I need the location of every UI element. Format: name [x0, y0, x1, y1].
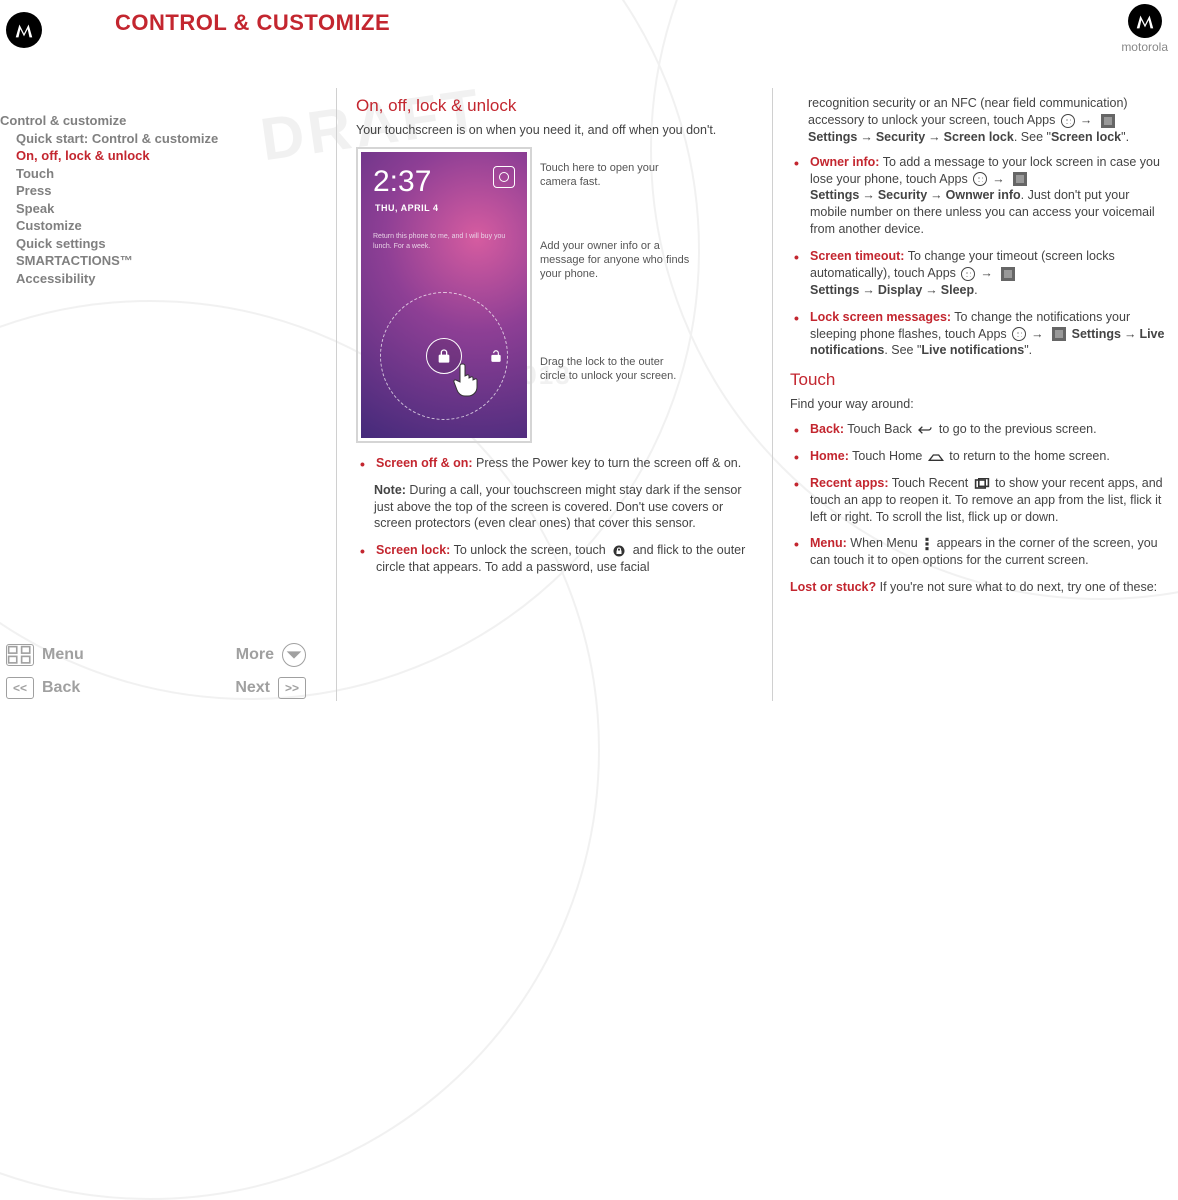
- intro-text: Your touchscreen is on when you need it,…: [356, 122, 756, 139]
- sidebar-toc: Control & customize Quick start: Control…: [0, 112, 260, 287]
- back-button[interactable]: << Back: [6, 677, 80, 699]
- bullet-recent: Recent apps: Touch Recent to show your r…: [792, 475, 1168, 526]
- hand-pointer-icon: [449, 358, 489, 398]
- motorola-logo-icon: [6, 12, 42, 48]
- divider: [772, 88, 773, 701]
- toc-item-active[interactable]: On, off, lock & unlock: [0, 147, 260, 165]
- clock-date: THU, APRIL 4: [361, 202, 527, 214]
- bullet-screen-off: Screen off & on: Press the Power key to …: [358, 455, 756, 472]
- more-label: More: [236, 646, 274, 664]
- back-icon: <<: [6, 677, 34, 699]
- annotation-drag: Drag the lock to the outer circle to unl…: [540, 355, 690, 384]
- bottom-nav: Menu More << Back Next >>: [6, 633, 306, 699]
- content-column-1: On, off, lock & unlock Your touchscreen …: [356, 95, 756, 586]
- menu-button[interactable]: Menu: [6, 644, 84, 666]
- toc-item[interactable]: Quick settings: [0, 235, 260, 253]
- overflow-menu-icon: [923, 537, 931, 551]
- settings-icon: [1052, 327, 1066, 341]
- page-title: CONTROL & CUSTOMIZE: [115, 10, 390, 36]
- apps-icon: [973, 172, 987, 186]
- heading-touch: Touch: [790, 369, 1168, 392]
- settings-icon: [1013, 172, 1027, 186]
- camera-icon: [493, 166, 515, 188]
- bullet-home: Home: Touch Home to return to the home s…: [792, 448, 1168, 465]
- settings-icon: [1001, 267, 1015, 281]
- lock-inline-icon: [611, 545, 627, 557]
- bullet-menu: Menu: When Menu appears in the corner of…: [792, 535, 1168, 569]
- bullet-back: Back: Touch Back to go to the previous s…: [792, 421, 1168, 438]
- apps-icon: [1012, 327, 1026, 341]
- back-label: Back: [42, 679, 80, 697]
- apps-icon: [1061, 114, 1075, 128]
- lock-ring: [380, 292, 508, 420]
- next-button[interactable]: Next >>: [235, 677, 306, 699]
- apps-icon: [961, 267, 975, 281]
- next-label: Next: [235, 679, 270, 697]
- back-nav-icon: [917, 424, 933, 436]
- grid-icon: [6, 644, 34, 666]
- menu-label: Menu: [42, 646, 84, 664]
- toc-item[interactable]: Press: [0, 182, 260, 200]
- next-icon: >>: [278, 677, 306, 699]
- toc-item[interactable]: Speak: [0, 200, 260, 218]
- phone-mockup: 2:37 THU, APRIL 4 Return this phone to m…: [356, 147, 532, 443]
- screenlock-continuation: recognition security or an NFC (near fie…: [790, 95, 1168, 146]
- toc-item[interactable]: Customize: [0, 217, 260, 235]
- heading-onoff: On, off, lock & unlock: [356, 95, 756, 118]
- note-sensor: Note: During a call, your touchscreen mi…: [374, 482, 756, 533]
- toc-item[interactable]: Touch: [0, 165, 260, 183]
- bullet-lock-messages: Lock screen messages: To change the noti…: [792, 309, 1168, 360]
- more-button[interactable]: More: [236, 643, 306, 667]
- lost-stuck: Lost or stuck? If you're not sure what t…: [790, 579, 1168, 596]
- annotation-owner: Add your owner info or a message for any…: [540, 239, 690, 282]
- annotations: Touch here to open your camera fast. Add…: [540, 147, 756, 443]
- settings-icon: [1101, 114, 1115, 128]
- toc-item[interactable]: SMARTACTIONS™: [0, 252, 260, 270]
- toc-item[interactable]: Control & customize: [0, 112, 260, 130]
- annotation-camera: Touch here to open your camera fast.: [540, 161, 690, 190]
- touch-intro: Find your way around:: [790, 396, 1168, 413]
- bullet-owner-info: Owner info: To add a message to your loc…: [792, 154, 1168, 238]
- motorola-brand: motorola: [1121, 4, 1168, 54]
- recent-nav-icon: [974, 478, 990, 490]
- content-column-2: recognition security or an NFC (near fie…: [790, 95, 1168, 604]
- bullet-screen-timeout: Screen timeout: To change your timeout (…: [792, 248, 1168, 299]
- owner-message: Return this phone to me, and I will buy …: [361, 214, 527, 250]
- home-nav-icon: [928, 451, 944, 463]
- toc-item[interactable]: Quick start: Control & customize: [0, 130, 260, 148]
- toc-item[interactable]: Accessibility: [0, 270, 260, 288]
- chevron-down-icon: [282, 643, 306, 667]
- unlock-icon: [489, 349, 503, 363]
- bullet-screen-lock: Screen lock: To unlock the screen, touch…: [358, 542, 756, 576]
- divider: [336, 88, 337, 701]
